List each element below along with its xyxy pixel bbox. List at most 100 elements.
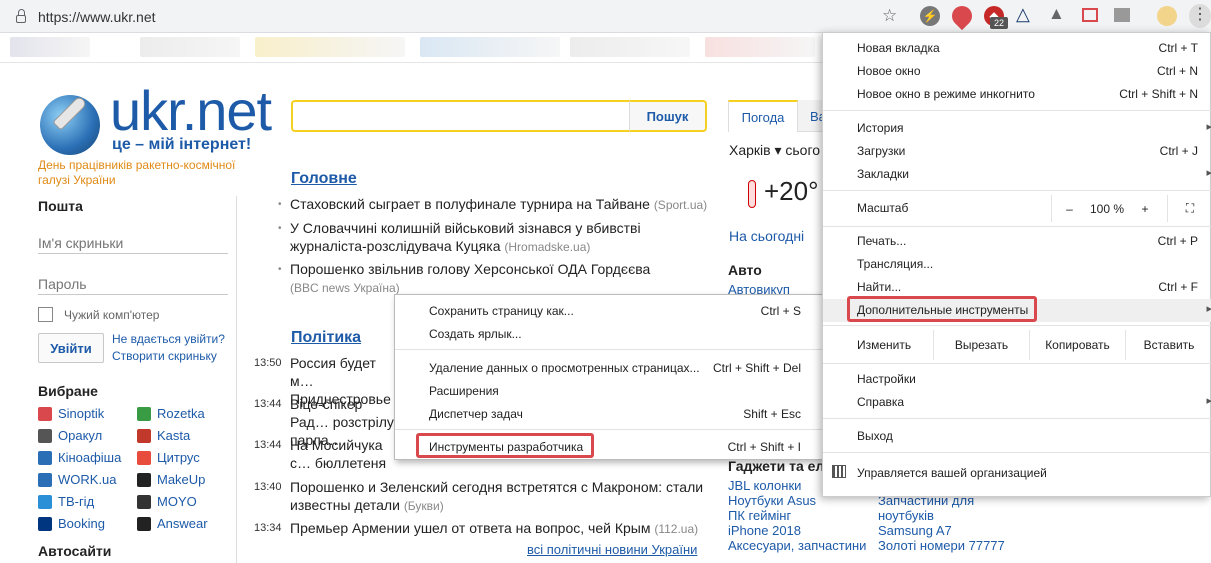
news-item[interactable]: Стаховский сыграет в полуфинале турнира …	[290, 195, 710, 214]
gadget-link[interactable]: JBL колонки	[728, 478, 801, 493]
menu-item-cast[interactable]: Трансляция...	[823, 253, 1211, 276]
favorite-link[interactable]: Answear	[137, 516, 208, 531]
lock-icon	[16, 9, 26, 23]
extension-drive-icon[interactable]: ▲	[1048, 4, 1065, 24]
foreign-computer-checkbox[interactable]	[38, 307, 53, 322]
edit-label: Изменить	[857, 338, 912, 352]
bookmark-star-icon[interactable]: ☆	[882, 6, 897, 26]
password-input[interactable]	[38, 273, 228, 295]
cant-login-link[interactable]: Не вдається увійти?	[112, 332, 225, 346]
today-link[interactable]: На сьогодні	[729, 228, 804, 244]
menu-item-new-tab[interactable]: Новая вкладка Ctrl + T	[823, 37, 1211, 60]
favorite-link[interactable]: MakeUp	[137, 472, 205, 487]
menu-item-incognito[interactable]: Новое окно в режиме инкогнито Ctrl + Shif…	[823, 83, 1211, 106]
tab-weather[interactable]: Погода	[728, 100, 798, 132]
politics-title[interactable]: Політика	[291, 329, 361, 347]
gadget-link[interactable]: Аксесуари, запчастини	[728, 538, 866, 553]
cut-button[interactable]: Вырезать	[933, 330, 1029, 360]
menu-item-label: Найти...	[857, 280, 902, 294]
mailbox-name-input[interactable]	[38, 232, 228, 254]
chrome-menu-button[interactable]: ⋮	[1189, 4, 1211, 28]
menu-item-task-manager[interactable]: Диспетчер задач Shift + Esc	[395, 403, 825, 425]
favorite-label: Answear	[157, 516, 208, 531]
favorite-link[interactable]: Кіноафіша	[38, 450, 121, 465]
search-button[interactable]: Пошук	[629, 100, 707, 132]
bookmark-blurred[interactable]	[10, 37, 90, 57]
menu-item-create-shortcut[interactable]: Создать ярлык...	[395, 323, 825, 345]
extension-box-icon[interactable]	[1082, 8, 1098, 22]
bullet: •	[278, 223, 282, 234]
menu-item-exit[interactable]: Выход	[823, 425, 1211, 448]
news-text[interactable]: Премьер Армении ушел от ответа на вопрос…	[290, 520, 650, 536]
fullscreen-icon[interactable]: ⛶	[1167, 195, 1211, 222]
news-item[interactable]: На Мосийчука с… бюллетеня с результатом …	[290, 436, 394, 472]
favorite-link[interactable]: WORK.ua	[38, 472, 117, 487]
news-time: 13:44	[254, 398, 282, 410]
gadget-link[interactable]: iPhone 2018	[728, 523, 801, 538]
menu-item-new-window[interactable]: Новое окно Ctrl + N	[823, 60, 1211, 83]
extension-pin-icon[interactable]	[947, 1, 977, 31]
create-mailbox-link[interactable]: Створити скриньку	[112, 349, 217, 363]
search-input[interactable]	[291, 100, 629, 132]
extension-image-icon[interactable]	[1114, 8, 1130, 22]
news-source: (Hromadske.ua)	[504, 240, 591, 254]
menu-item-bookmarks[interactable]: Закладки ▸	[823, 163, 1211, 186]
menu-item-extensions[interactable]: Расширения	[395, 380, 825, 402]
menu-item-save-page[interactable]: Сохранить страницу как... Ctrl + S	[395, 300, 825, 322]
news-text[interactable]: Порошенко и Зеленский сегодня встретятся…	[290, 479, 703, 513]
menu-separator	[823, 418, 1211, 419]
menu-item-history[interactable]: История ▸	[823, 117, 1211, 140]
site-logo[interactable]: ukr.net	[110, 78, 272, 143]
bullet: •	[278, 199, 282, 210]
menu-item-managed[interactable]: Управляется вашей организацией	[823, 462, 1211, 485]
menu-item-settings[interactable]: Настройки	[823, 368, 1211, 391]
favorite-link[interactable]: Rozetka	[137, 406, 205, 421]
zoom-out-button[interactable]: –	[1051, 195, 1087, 222]
address-bar[interactable]: https://www.ukr.net	[8, 5, 908, 29]
city-selector[interactable]: Харків ▾ сього	[729, 142, 820, 159]
bookmark-blurred[interactable]	[570, 37, 690, 57]
extension-bolt-icon[interactable]: ⚡	[920, 6, 940, 26]
devtools-highlight	[416, 433, 594, 458]
news-text[interactable]: На Мосийчука с… бюллетеня с результатом …	[290, 437, 386, 472]
news-text[interactable]: Порошенко звільнив голову Херсонської ОД…	[290, 261, 650, 277]
favorite-site-icon	[137, 494, 151, 509]
bookmark-blurred[interactable]	[140, 37, 240, 57]
favorite-site-icon	[137, 450, 151, 465]
gadget-link[interactable]: Samsung A7	[878, 523, 952, 538]
extension-delta-icon[interactable]: △	[1016, 4, 1030, 25]
all-politics-link[interactable]: всі політичні новини України	[527, 542, 697, 557]
favorite-link[interactable]: Booking	[38, 516, 105, 531]
zoom-in-button[interactable]: +	[1127, 195, 1163, 222]
copy-button[interactable]: Копировать	[1029, 330, 1125, 360]
login-button[interactable]: Увійти	[38, 333, 104, 363]
news-text[interactable]: Стаховский сыграет в полуфинале турнира …	[290, 196, 650, 212]
favorite-link[interactable]: Kasta	[137, 428, 190, 443]
news-item[interactable]: Премьер Армении ушел от ответа на вопрос…	[290, 519, 710, 538]
menu-item-downloads[interactable]: Загрузки Ctrl + J	[823, 140, 1211, 163]
news-item[interactable]: У Словаччині колишній військовий зізнавс…	[290, 219, 710, 256]
favorite-link[interactable]: MOYO	[137, 494, 197, 509]
main-news-title[interactable]: Головне	[291, 170, 357, 188]
gadget-link[interactable]: ПК геймінг	[728, 508, 791, 523]
gadget-link[interactable]: Золоті номери 77777	[878, 538, 1005, 553]
favorite-link[interactable]: Sinoptik	[38, 406, 104, 421]
favorite-link[interactable]: ТВ-гід	[38, 494, 94, 509]
menu-item-label: Удаление данных о просмотренных страница…	[429, 361, 700, 375]
paste-button[interactable]: Вставить	[1125, 330, 1211, 360]
favorite-site-icon	[137, 406, 151, 421]
favorite-link[interactable]: Цитрус	[137, 450, 200, 465]
profile-avatar[interactable]	[1157, 6, 1177, 26]
gadget-link[interactable]: ноутбуків	[878, 508, 934, 523]
favorite-link[interactable]: Оракул	[38, 428, 102, 443]
bookmark-blurred[interactable]	[255, 37, 405, 57]
gadget-link[interactable]: Ноутбуки Asus	[728, 493, 816, 508]
news-item[interactable]: Порошенко и Зеленский сегодня встретятся…	[290, 478, 710, 515]
menu-item-clear-data[interactable]: Удаление данных о просмотренных страница…	[395, 357, 825, 379]
news-item[interactable]: Порошенко звільнив голову Херсонської ОД…	[290, 260, 670, 297]
menu-item-help[interactable]: Справка ▸	[823, 391, 1211, 414]
menu-item-print[interactable]: Печать... Ctrl + P	[823, 230, 1211, 253]
bookmark-blurred[interactable]	[420, 37, 560, 57]
bookmark-blurred[interactable]	[705, 37, 815, 57]
favorite-site-icon	[38, 472, 52, 487]
